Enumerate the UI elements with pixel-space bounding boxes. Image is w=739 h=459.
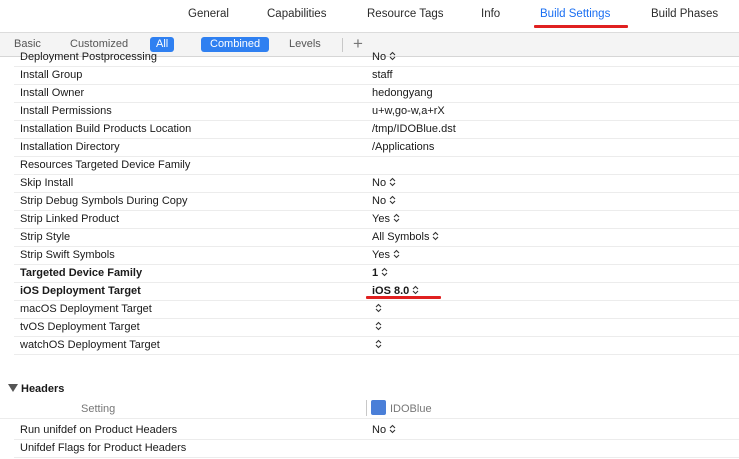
popup-arrows-icon xyxy=(375,339,382,349)
setting-label: Run unifdef on Product Headers xyxy=(20,424,178,436)
setting-value[interactable]: No xyxy=(372,195,396,207)
column-setting: Setting xyxy=(81,403,116,415)
popup-arrows-icon xyxy=(412,285,419,295)
tab-build-settings[interactable]: Build Settings xyxy=(540,8,610,20)
setting-label: Strip Style xyxy=(20,231,71,243)
setting-row[interactable]: Install Owner hedongyang xyxy=(14,85,739,103)
setting-value-text: No xyxy=(372,51,387,63)
setting-label: Install Group xyxy=(20,69,83,81)
tab-general[interactable]: General xyxy=(188,8,229,20)
setting-value-text: No xyxy=(372,177,387,189)
setting-label: Deployment Postprocessing xyxy=(20,51,157,63)
setting-value-text: /tmp/IDOBlue.dst xyxy=(372,123,456,135)
setting-value[interactable]: Yes xyxy=(372,249,400,261)
setting-value[interactable]: hedongyang xyxy=(372,87,433,99)
setting-value-text: Yes xyxy=(372,249,390,261)
section-title: Headers xyxy=(21,383,65,395)
setting-label: Skip Install xyxy=(20,177,74,189)
section-headers[interactable]: Headers xyxy=(0,380,739,398)
setting-value[interactable] xyxy=(372,321,382,333)
column-divider xyxy=(366,400,367,416)
disclosure-triangle-icon[interactable] xyxy=(8,384,18,392)
setting-row[interactable]: Strip Debug Symbols During Copy No xyxy=(14,193,739,211)
popup-arrows-icon xyxy=(389,424,396,434)
setting-value[interactable]: Yes xyxy=(372,213,400,225)
setting-row[interactable]: Skip Install No xyxy=(14,175,739,193)
setting-value[interactable] xyxy=(372,303,382,315)
setting-label: Install Permissions xyxy=(20,105,112,117)
setting-label: watchOS Deployment Target xyxy=(20,339,160,351)
setting-row[interactable]: Install Permissions u+w,go-w,a+rX xyxy=(14,103,739,121)
setting-value-text: No xyxy=(372,195,387,207)
popup-arrows-icon xyxy=(433,231,439,241)
setting-value[interactable]: u+w,go-w,a+rX xyxy=(372,105,445,117)
tab-resource-tags[interactable]: Resource Tags xyxy=(367,8,444,20)
setting-row[interactable]: tvOS Deployment Target xyxy=(14,319,739,337)
tab-build-phases[interactable]: Build Phases xyxy=(651,8,718,20)
setting-label: Installation Directory xyxy=(20,141,120,153)
setting-value[interactable]: No xyxy=(372,177,396,189)
setting-label: iOS Deployment Target xyxy=(20,285,141,297)
setting-value-text: 1 xyxy=(372,267,379,279)
setting-value-text: All Symbols xyxy=(372,231,430,243)
setting-label: Unifdef Flags for Product Headers xyxy=(20,442,187,454)
setting-row[interactable]: Run unifdef on Product Headers No xyxy=(14,422,739,440)
popup-arrows-icon xyxy=(375,321,382,331)
setting-row[interactable]: Installation Directory/Applications xyxy=(14,139,739,157)
setting-row[interactable]: watchOS Deployment Target xyxy=(14,337,739,355)
setting-value-text: No xyxy=(372,424,387,436)
setting-value[interactable]: /Applications xyxy=(372,141,434,153)
setting-label: Strip Linked Product xyxy=(20,213,120,225)
setting-value[interactable]: No xyxy=(372,51,396,63)
setting-row[interactable]: macOS Deployment Target xyxy=(14,301,739,319)
setting-row[interactable]: Installation Build Products Location/tmp… xyxy=(14,121,739,139)
annotation-underline-ios-target xyxy=(366,296,441,299)
setting-value-text: u+w,go-w,a+rX xyxy=(372,105,445,117)
setting-label: Strip Swift Symbols xyxy=(20,249,115,261)
popup-arrows-icon xyxy=(393,249,400,259)
setting-row[interactable]: Install Group staff xyxy=(14,67,739,85)
setting-value[interactable]: /tmp/IDOBlue.dst xyxy=(372,123,456,135)
setting-row[interactable]: Targeted Device Family 1 xyxy=(14,265,739,283)
popup-arrows-icon xyxy=(389,177,396,187)
headers-column-header: Setting IDOBlue xyxy=(0,399,739,419)
setting-row[interactable]: Strip Swift Symbols Yes xyxy=(14,247,739,265)
setting-label: Strip Debug Symbols During Copy xyxy=(20,195,188,207)
setting-label: macOS Deployment Target xyxy=(20,303,152,315)
setting-value-text: Yes xyxy=(372,213,390,225)
setting-label: Install Owner xyxy=(20,87,85,99)
popup-arrows-icon xyxy=(375,303,382,313)
annotation-underline-tab xyxy=(534,25,628,28)
tab-capabilities[interactable]: Capabilities xyxy=(267,8,326,20)
setting-value[interactable]: 1 xyxy=(372,267,388,279)
setting-label: tvOS Deployment Target xyxy=(20,321,140,333)
setting-value-text: staff xyxy=(372,69,393,81)
setting-value[interactable]: All Symbols xyxy=(372,231,439,243)
setting-value-text: hedongyang xyxy=(372,87,433,99)
setting-value[interactable]: staff xyxy=(372,69,393,81)
setting-row[interactable]: Strip Style All Symbols xyxy=(14,229,739,247)
setting-label: Targeted Device Family xyxy=(20,267,143,279)
popup-arrows-icon xyxy=(389,51,396,61)
popup-arrows-icon xyxy=(393,213,400,223)
popup-arrows-icon xyxy=(389,195,396,205)
setting-row[interactable]: Unifdef Flags for Product Headers xyxy=(14,440,739,458)
setting-row[interactable]: Deployment Postprocessing No xyxy=(14,49,739,67)
target-app-icon xyxy=(371,400,386,415)
popup-arrows-icon xyxy=(381,267,388,277)
setting-value[interactable]: No xyxy=(372,424,396,436)
setting-value-text: /Applications xyxy=(372,141,435,153)
setting-label: Installation Build Products Location xyxy=(20,123,192,135)
column-target: IDOBlue xyxy=(390,403,432,415)
setting-row[interactable]: Resources Targeted Device Family xyxy=(14,157,739,175)
setting-row[interactable]: Strip Linked Product Yes xyxy=(14,211,739,229)
tab-info[interactable]: Info xyxy=(481,8,500,20)
setting-value[interactable] xyxy=(372,339,382,351)
tab-bar: General Capabilities Resource Tags Info … xyxy=(0,0,739,33)
setting-label: Resources Targeted Device Family xyxy=(20,159,191,171)
